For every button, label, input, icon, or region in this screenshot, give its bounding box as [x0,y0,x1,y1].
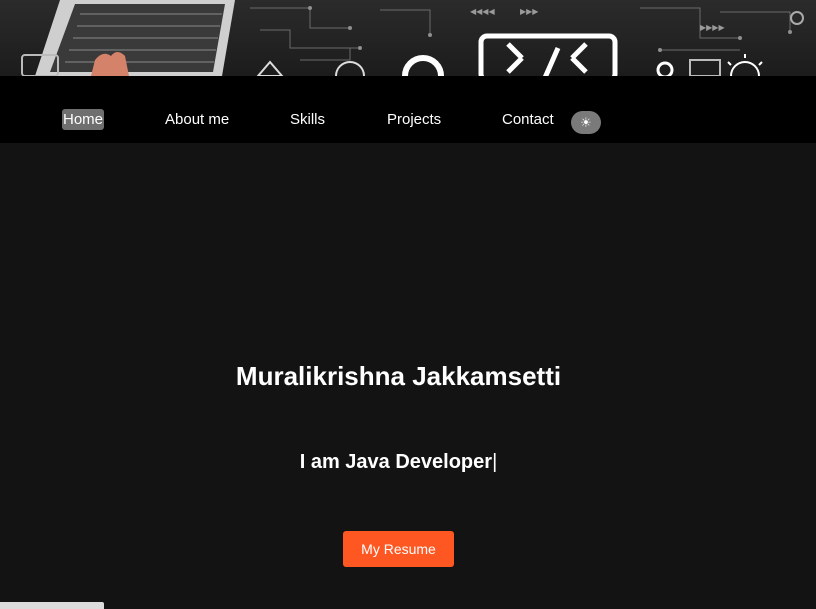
nav-item-projects[interactable]: Projects [387,109,441,130]
svg-text:◀◀◀◀: ◀◀◀◀ [470,7,495,16]
nav-item-about-me[interactable]: About me [165,109,229,130]
svg-text:▶▶▶: ▶▶▶ [520,7,539,16]
hero-name: Muralikrishna Jakkamsetti [235,361,562,391]
code-brackets-icon [478,33,618,76]
nav-item-contact[interactable]: Contact [502,109,554,130]
typed-role-text: I am Java Developer [299,451,493,473]
hero-role: I am Java Developer| [0,451,797,474]
hero-banner: ◀◀◀◀ ▶▶▶ ▶▶▶▶ [0,0,816,76]
status-bar-tooltip [0,602,104,609]
gear-icon [402,55,674,76]
nav-item-home[interactable]: Home [62,109,105,130]
nav-item-skills[interactable]: Skills [290,109,325,130]
circuit-pattern: ◀◀◀◀ ▶▶▶ ▶▶▶▶ [21,0,804,76]
lightbulb-icon [727,54,763,76]
sun-icon: ☀ [580,114,592,130]
theme-toggle-button[interactable]: ☀ [571,111,601,134]
typing-cursor: | [492,451,498,473]
laptop-icon [21,0,235,76]
svg-text:▶▶▶▶: ▶▶▶▶ [700,23,725,32]
resume-button[interactable]: My Resume [343,531,454,567]
